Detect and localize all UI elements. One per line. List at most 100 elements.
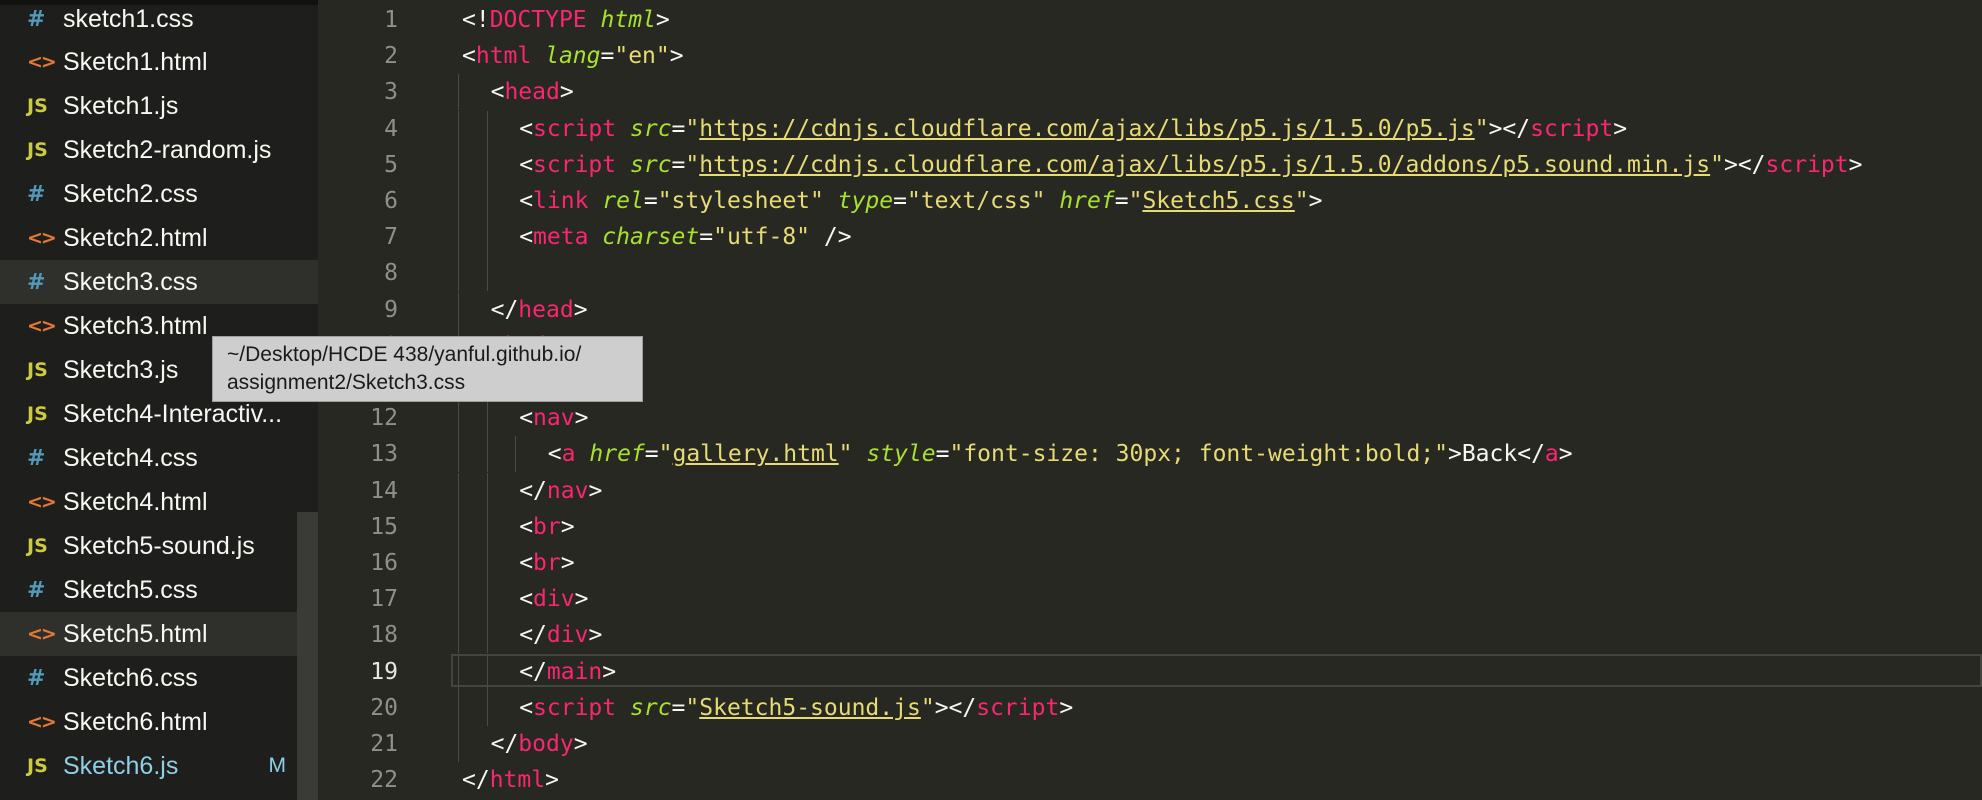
indent-guide <box>486 472 488 509</box>
code-line[interactable]: 2 <html lang="en"> <box>318 38 1982 74</box>
code-token: nav <box>546 477 589 504</box>
code-token: > <box>1558 441 1573 468</box>
code-line[interactable]: 14 </nav> <box>318 472 1982 509</box>
code-line[interactable]: 18 </div> <box>318 617 1982 654</box>
tooltip-line-2: assignment2/Sketch3.css <box>227 371 466 394</box>
code-token: < <box>519 550 534 576</box>
file-name-label: Sketch3.html <box>63 311 208 340</box>
code-token[interactable]: https://cdnjs.cloudflare.com/ajax/libs/p… <box>699 116 1474 142</box>
code-line[interactable]: 20 <script src="Sketch5-sound.js"></scrip… <box>318 689 1982 726</box>
code-token: " <box>1294 188 1309 214</box>
code-token: DOCTYPE <box>489 7 587 33</box>
file-name-label: Sketch4.css <box>63 443 198 472</box>
file-name-label: sketch1.css <box>63 4 194 33</box>
file-name-label: Sketch3.js <box>63 355 179 384</box>
code-token: /> <box>810 224 852 251</box>
code-line[interactable]: 13 <a href="gallery.html" style="font-siz… <box>318 436 1982 473</box>
code-line[interactable]: 6 <link rel="stylesheet" type="text/css" … <box>318 183 1982 219</box>
code-token: " <box>658 441 673 468</box>
code-token[interactable]: Sketch5.css <box>1142 188 1294 214</box>
code-token: = <box>699 224 714 251</box>
file-item[interactable]: JS Sketch1.js <box>0 84 318 128</box>
code-line[interactable]: 12 <nav> <box>318 400 1982 437</box>
code-line[interactable]: 4 <script src="https://cdnjs.cloudflare.c… <box>318 110 1982 147</box>
code-line[interactable]: 16 <br> <box>318 545 1982 581</box>
line-number: 18 <box>370 622 398 649</box>
line-number: 16 <box>370 550 398 576</box>
file-item[interactable]: JS Sketch2-random.js <box>0 128 318 172</box>
file-item[interactable]: <> Sketch1.html <box>0 40 318 84</box>
code-line[interactable]: 9 </head> <box>318 291 1982 328</box>
file-item[interactable]: # sketch1.css <box>0 0 318 41</box>
file-item[interactable]: JS Sketch5-sound.js <box>0 524 318 568</box>
line-number: 13 <box>370 441 398 468</box>
code-token: "font-size: 30px; font-weight:bold;" <box>949 441 1448 468</box>
code-token: rel <box>602 188 644 214</box>
file-item[interactable]: <> Sketch2.html <box>0 216 318 260</box>
indent-guide <box>458 146 459 183</box>
code-token: > <box>560 513 575 540</box>
indent-guide <box>458 617 459 654</box>
indent-guide <box>458 545 459 581</box>
code-line[interactable]: 15 <br> <box>318 508 1982 545</box>
code-token: > <box>1848 151 1863 178</box>
code-token: = <box>671 115 686 142</box>
code-text: </main> <box>519 654 616 690</box>
indent-guide <box>458 653 459 690</box>
code-token: ></ <box>934 694 977 721</box>
code-token: < <box>462 43 476 70</box>
sidebar-scrollbar[interactable] <box>297 512 318 800</box>
code-line[interactable]: 19 </main> <box>318 653 1982 690</box>
file-item[interactable]: <> Sketch5.html <box>0 612 318 656</box>
file-name-label: Sketch6.html <box>63 707 208 736</box>
code-token: < <box>519 151 534 178</box>
code-line[interactable]: 21 </body> <box>318 726 1982 762</box>
code-text: <meta charset="utf-8" /> <box>519 219 851 255</box>
code-token[interactable]: Sketch5-sound.js <box>699 695 921 721</box>
code-line[interactable]: 7 <meta charset="utf-8" /> <box>318 219 1982 256</box>
line-number: 12 <box>370 405 398 432</box>
code-line[interactable]: 3 <head> <box>318 74 1982 111</box>
code-text: <link rel="stylesheet" type="text/css" h… <box>519 183 1322 219</box>
indent-guide <box>458 581 459 618</box>
code-token: < <box>519 694 534 721</box>
css-hash-icon: # <box>27 577 46 603</box>
html-brackets-icon: <> <box>27 315 57 337</box>
file-item[interactable]: # Sketch3.css <box>0 260 318 304</box>
file-name-label: Sketch5.css <box>63 575 198 604</box>
file-name-label: Sketch5-sound.js <box>63 531 255 560</box>
file-item[interactable]: <> Sketch6.html <box>0 700 318 744</box>
code-token: "utf-8" <box>713 224 811 251</box>
code-line[interactable]: 22 </html> <box>318 762 1982 798</box>
file-item[interactable]: # Sketch6.css <box>0 656 318 700</box>
code-line[interactable]: 5 <script src="https://cdnjs.cloudflare.c… <box>318 146 1982 183</box>
indent-guide <box>486 400 488 437</box>
code-token: </ <box>490 731 519 757</box>
line-number: 1 <box>384 7 398 33</box>
code-line[interactable]: 8 <box>318 255 1982 292</box>
indent-guide <box>486 653 488 690</box>
code-line[interactable]: 1 <!DOCTYPE html> <box>318 2 1982 38</box>
code-token: > <box>559 79 574 106</box>
file-item[interactable]: <> Sketch4.html <box>0 480 318 524</box>
code-token: src <box>630 151 672 178</box>
code-token[interactable]: gallery.html <box>672 441 838 467</box>
code-token[interactable]: https://cdnjs.cloudflare.com/ajax/libs/p… <box>699 152 1710 178</box>
code-token: </ <box>519 658 547 685</box>
file-path-tooltip: ~/Desktop/HCDE 438/yanful.github.io/ ass… <box>212 336 643 402</box>
file-item[interactable]: # Sketch2.css <box>0 172 318 216</box>
indent-guide <box>458 689 459 726</box>
code-token: "en" <box>614 43 670 70</box>
code-token: < <box>519 224 534 251</box>
code-token: = <box>1114 188 1129 214</box>
file-item[interactable]: JS Sketch6.js M <box>0 744 318 788</box>
line-number: 8 <box>384 260 398 287</box>
file-item[interactable]: # Sketch4.css <box>0 436 318 480</box>
code-line[interactable]: 17 <div> <box>318 581 1982 618</box>
code-token: html <box>489 767 546 794</box>
code-text: <html lang="en"> <box>462 38 684 74</box>
html-brackets-icon: <> <box>27 51 57 73</box>
file-item[interactable]: # Sketch5.css <box>0 568 318 612</box>
